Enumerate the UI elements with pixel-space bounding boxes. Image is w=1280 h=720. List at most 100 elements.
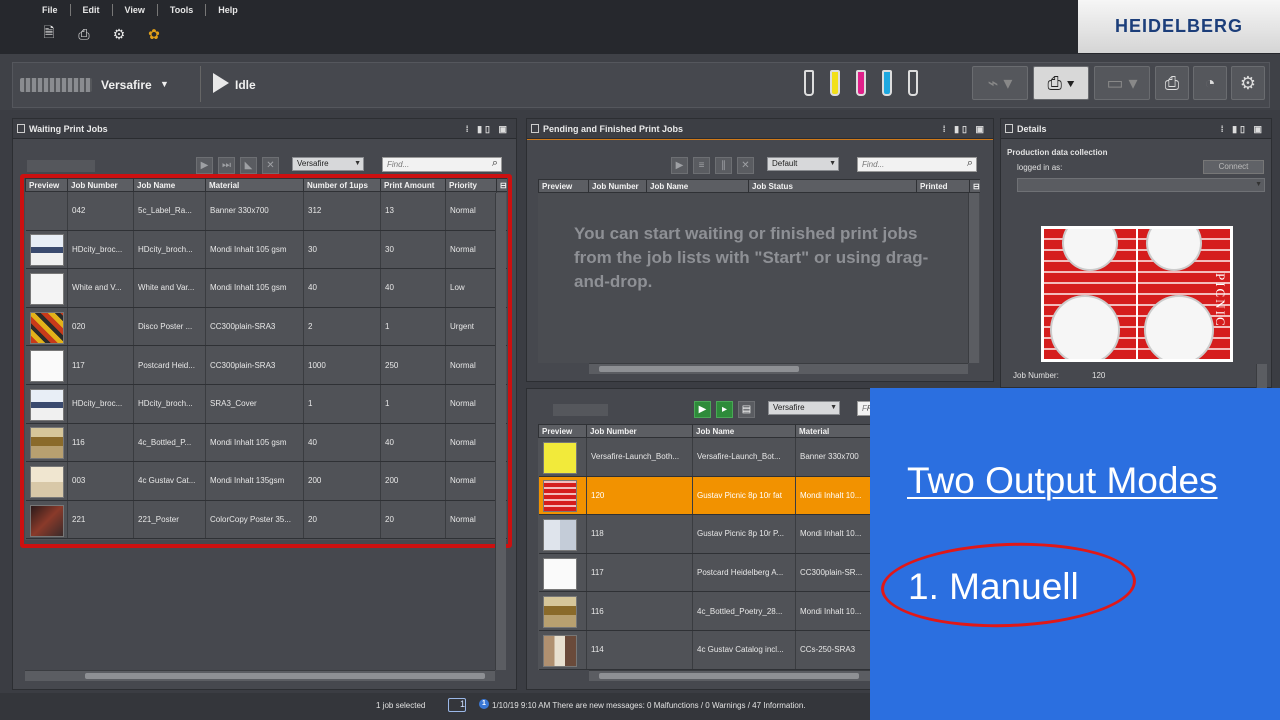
horizontal-scrollbar[interactable] [25, 670, 495, 681]
layout-button[interactable]: ▭ ▾ [1094, 66, 1150, 100]
finished-printer-select[interactable]: Versafire [768, 401, 840, 415]
pause-button[interactable]: ∥ [715, 157, 732, 174]
col-job-status[interactable]: Job Status [748, 179, 917, 193]
heidelberg-logo: HEIDELBERG [1078, 0, 1280, 53]
panel-controls[interactable]: ⁞ ▮▯ ▣ [1221, 119, 1265, 139]
step-job-button[interactable]: ⏭ [218, 157, 235, 174]
info-icon[interactable]: 1 [479, 699, 489, 709]
highlight-frame [20, 174, 512, 548]
start-pending-button[interactable]: ▶ [671, 157, 688, 174]
tutorial-overlay: Two Output Modes 1. Manuell [870, 388, 1280, 720]
finished-jobs-table: Preview Job Number Job Name Material Ver… [538, 424, 872, 670]
material-cell: Mondi Inhalt 10... [795, 476, 872, 516]
pending-jobs-table: Preview Job Number Job Name Job Status P… [538, 179, 980, 193]
col-job-number[interactable]: Job Number [588, 179, 647, 193]
table-row[interactable]: 116 4c_Bottled_Poetry_28... Mondi Inhalt 1… [538, 591, 872, 631]
operator-select[interactable] [1017, 178, 1265, 192]
job-number-cell: Versafire-Launch_Both... [586, 437, 693, 477]
preview-title: PICNIC [1213, 273, 1228, 328]
pending-search-input[interactable]: Find... [857, 157, 977, 172]
job-thumbnail [542, 518, 577, 551]
main-menu: File Edit View Tools Help [30, 4, 250, 16]
col-job-number[interactable]: Job Number [586, 424, 693, 438]
print-mode-button[interactable]: ⎙ ▾ [1033, 66, 1089, 100]
pending-filter-select[interactable]: Default [767, 157, 839, 171]
job-thumbnail [542, 557, 577, 590]
col-material[interactable]: Material [795, 424, 872, 438]
chevron-down-icon[interactable]: ▼ [160, 79, 169, 89]
job-name-cell: Gustav Picnic 8p 10r P... [692, 514, 796, 554]
panel-icon [17, 124, 25, 133]
panel-controls[interactable]: ⁞ ▮▯ ▣ [943, 119, 987, 139]
job-number-cell: 120 [586, 476, 693, 516]
start-job-button[interactable]: ▶ [196, 157, 213, 174]
panel-controls[interactable]: ⁞ ▮▯ ▣ [466, 119, 510, 139]
table-row[interactable]: 120 Gustav Picnic 8p 10r fat Mondi Inhalt … [538, 476, 872, 516]
ink-yellow-icon [830, 70, 840, 96]
job-number-cell: 114 [586, 630, 693, 670]
search-input[interactable]: Find... [382, 157, 502, 172]
overlay-item: 1. Manuell [908, 566, 1079, 607]
pending-vertical-scrollbar[interactable] [968, 193, 979, 363]
job-timer-button[interactable]: ◔ [1193, 66, 1227, 100]
pdf-document-icon[interactable]: 🗎 [40, 24, 58, 43]
material-cell: Banner 330x700 [795, 437, 872, 477]
move-job-button[interactable]: ◣ [240, 157, 257, 174]
col-job-name[interactable]: Job Name [692, 424, 796, 438]
ink-cyan-icon [882, 70, 892, 96]
col-preview[interactable]: Preview [538, 424, 587, 438]
printer-settings-button[interactable]: ⎙ [1155, 66, 1189, 100]
menu-view[interactable]: View [113, 4, 158, 16]
table-row[interactable]: 117 Postcard Heidelberg A... CC300plain-SR… [538, 553, 872, 593]
ink-magenta-icon [856, 70, 866, 96]
column-chooser-icon[interactable]: ⊟ [969, 179, 980, 193]
archive-button[interactable]: ▤ [738, 401, 755, 418]
reprint-button[interactable]: ▶ [694, 401, 711, 418]
cancel-button[interactable]: ✕ [737, 157, 754, 174]
col-printed[interactable]: Printed [916, 179, 970, 193]
menu-tools[interactable]: Tools [158, 4, 207, 16]
ink-clear-icon [908, 70, 918, 96]
preview-cell [538, 591, 587, 631]
reprint-options-button[interactable]: ▸ [716, 401, 733, 418]
material-cell: CC300plain-SR... [795, 553, 872, 593]
printer-icon[interactable]: ⎙ [75, 25, 93, 43]
menu-edit[interactable]: Edit [71, 4, 113, 16]
details-scrollbar[interactable] [1256, 364, 1267, 388]
press-image-icon [20, 78, 92, 92]
logged-in-label: logged in as: [1017, 163, 1063, 172]
settings-gear-icon[interactable]: ⚙ [1231, 66, 1265, 100]
table-row[interactable]: Versafire-Launch_Both... Versafire-Launch… [538, 437, 872, 477]
col-job-name[interactable]: Job Name [646, 179, 749, 193]
messages-icon[interactable]: 1 [448, 698, 466, 712]
menu-file[interactable]: File [30, 4, 71, 16]
connect-button[interactable]: Connect [1203, 160, 1264, 174]
job-thumbnail [542, 441, 577, 474]
quick-toolbar: 🗎 ⎙ ⚙ ✿ [40, 24, 163, 43]
finished-horizontal-scrollbar[interactable] [589, 670, 871, 681]
menu-help[interactable]: Help [206, 4, 250, 16]
col-preview[interactable]: Preview [538, 179, 589, 193]
job-number-cell: 118 [586, 514, 693, 554]
table-row[interactable]: 114 4c Gustav Catalog incl... CCs-250-SRA3 [538, 630, 872, 670]
job-thumbnail [542, 634, 577, 667]
preview-cell [538, 630, 587, 670]
panel-title: Details [1017, 124, 1047, 134]
panel-title: Waiting Print Jobs [29, 124, 108, 134]
maintenance-icon[interactable]: ✿ [145, 25, 163, 43]
pending-horizontal-scrollbar[interactable] [589, 363, 968, 374]
play-icon[interactable] [213, 73, 229, 93]
vertical-scrollbar[interactable] [495, 193, 506, 670]
filter-label-box [27, 160, 95, 172]
finished-jobs-table-wrap: Preview Job Number Job Name Material Ver… [538, 424, 872, 670]
job-thumbnail [542, 596, 577, 629]
printer-select[interactable]: Versafire [292, 157, 364, 171]
delete-job-button[interactable]: ✕ [262, 157, 279, 174]
device-name[interactable]: Versafire [101, 78, 152, 92]
pending-action-button[interactable]: ≡ [693, 157, 710, 174]
rss-button[interactable]: ⌁ ▾ [972, 66, 1028, 100]
preview-cell [538, 514, 587, 554]
material-cell: CCs-250-SRA3 [795, 630, 872, 670]
table-row[interactable]: 118 Gustav Picnic 8p 10r P... Mondi Inhalt… [538, 514, 872, 554]
user-settings-icon[interactable]: ⚙ [110, 25, 128, 43]
